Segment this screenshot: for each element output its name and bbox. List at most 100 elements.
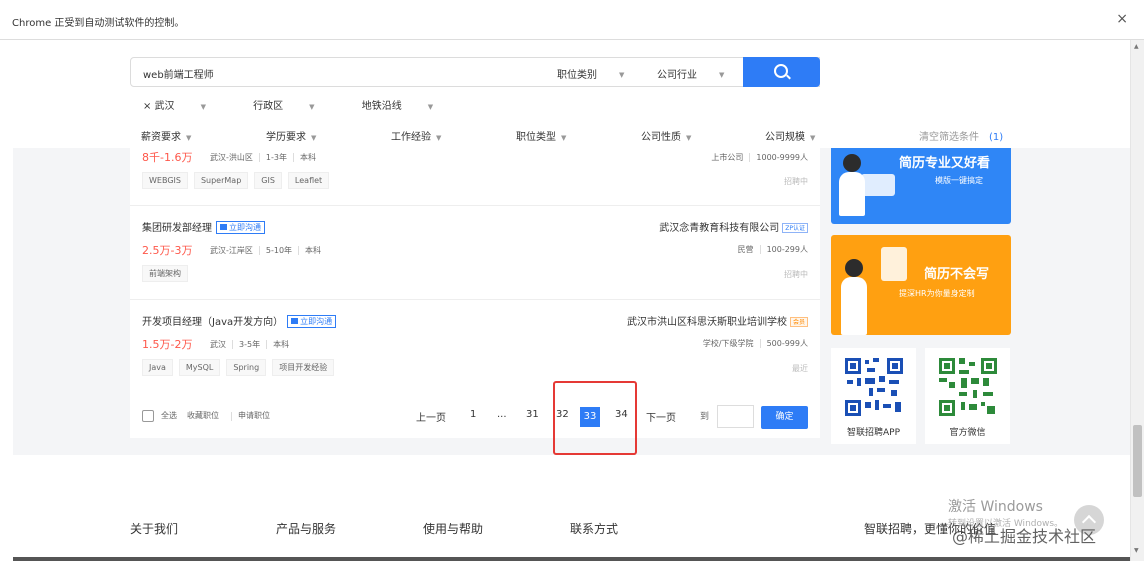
company-type: 学校/下级学院 (702, 339, 754, 348)
chevron-down-icon: ▼ (719, 71, 725, 79)
job-salary: 2.5万-3万 (142, 244, 193, 257)
verified-badge: ZP认证 (782, 223, 808, 233)
juejin-watermark: @稀土掘金技术社区 (952, 527, 1097, 546)
industry-dropdown[interactable]: 公司行业 ▼ (657, 66, 724, 81)
chevron-down-icon: ▼ (427, 103, 434, 111)
favorite-jobs-button[interactable]: 收藏职位 (187, 410, 219, 421)
select-all-label[interactable]: 全选 (161, 410, 177, 421)
job-salary: 8千-1.6万 (142, 151, 193, 164)
page-content: web前端工程师 职位类别 ▼ 公司行业 ▼ × 武汉 ▼ 行政区 ▼ 地铁沿线 ▼ 薪资… (13, 40, 1139, 560)
company-type: 上市公司 (711, 153, 744, 162)
company-meta: 上市公司 1000-9999人 (705, 152, 808, 163)
person-illustration (845, 259, 863, 277)
job-title: 开发项目经理（Java开发方向） (142, 317, 284, 328)
document-graphic (881, 247, 907, 281)
city-filter[interactable]: × 武汉 ▼ (143, 101, 228, 112)
chevron-down-icon: ▼ (309, 103, 315, 111)
job-location: 武汉 (210, 340, 226, 349)
job-category-dropdown[interactable]: 职位类别 ▼ (557, 66, 624, 81)
company-name-link[interactable]: 武汉市洪山区科思沃斯职业培训学校 会员 (627, 313, 808, 328)
job-salary: 1.5万-2万 (142, 338, 193, 351)
company-name-link[interactable]: 武汉念青教育科技有限公司 ZP认证 (659, 219, 808, 234)
resume-writing-ad-banner[interactable]: 简历不会写 提深HR为你量身定制 (831, 235, 1011, 335)
company-size: 1000-9999人 (749, 153, 808, 162)
activate-windows-text: 激活 Windows (948, 499, 1043, 515)
scroll-down-icon[interactable]: ▼ (1134, 547, 1139, 554)
job-tags: 前端架构 (142, 265, 194, 282)
job-tag: 项目开发经验 (272, 359, 335, 376)
metro-filter[interactable]: 地铁沿线 ▼ (362, 101, 455, 112)
job-list: 8千-1.6万 武汉-洪山区 1-3年 本科 WEBGIS SuperMap GIS Le… (130, 148, 820, 438)
job-card[interactable]: 开发项目经理（Java开发方向） 立即沟通 1.5万-2万 武汉 3-5年 本科 Ja… (130, 300, 820, 394)
chat-button[interactable]: 立即沟通 (287, 315, 337, 328)
footer-contact-link[interactable]: 联系方式 (570, 520, 618, 537)
job-status: 招聘中 (784, 177, 808, 186)
company-type: 民营 (737, 245, 754, 254)
footer-help-link[interactable]: 使用与帮助 (423, 520, 483, 537)
qr-code-icon (843, 356, 905, 418)
job-tag: MySQL (178, 359, 221, 376)
search-input[interactable]: web前端工程师 (143, 66, 214, 81)
company-size: 500-999人 (759, 339, 808, 348)
page-link[interactable]: 1 (470, 409, 476, 420)
job-card[interactable]: 8千-1.6万 武汉-洪山区 1-3年 本科 WEBGIS SuperMap GIS Le… (130, 112, 820, 206)
job-tags: Java MySQL Spring 项目开发经验 (142, 359, 340, 376)
chevron-down-icon: ▼ (619, 71, 625, 79)
clear-filters-link[interactable]: 清空筛选条件 (1) (919, 128, 1003, 143)
industry-label: 公司行业 (657, 70, 697, 81)
chat-label: 立即沟通 (229, 223, 261, 232)
search-box[interactable]: web前端工程师 职位类别 ▼ 公司行业 ▼ (130, 57, 820, 87)
footer-about-link[interactable]: 关于我们 (130, 520, 178, 537)
window-bottom-edge (13, 557, 1130, 561)
company-meta: 民营 100-299人 (732, 244, 808, 255)
clear-filters-count: (1) (989, 132, 1004, 143)
job-tag: Spring (226, 359, 267, 376)
city-label: × 武汉 (143, 101, 175, 112)
district-filter[interactable]: 行政区 ▼ (253, 101, 336, 112)
laptop-graphic (861, 174, 895, 196)
select-all-checkbox[interactable] (142, 410, 154, 422)
page-link[interactable]: 31 (526, 409, 539, 420)
page-jump-input[interactable] (717, 405, 754, 428)
wechat-qr-label: 官方微信 (949, 428, 986, 438)
confirm-button[interactable]: 确定 (761, 406, 808, 429)
district-label: 行政区 (253, 101, 284, 112)
resume-ad-banner[interactable]: 简历专业又好看 模版一键搞定 (831, 148, 1011, 224)
search-button[interactable] (743, 57, 820, 87)
job-education: 本科 (298, 246, 328, 255)
job-tag: WEBGIS (142, 172, 188, 189)
footer-products-link[interactable]: 产品与服务 (276, 520, 336, 537)
resume-writing-ad-title: 简历不会写 (924, 267, 990, 282)
company-meta: 学校/下级学院 500-999人 (697, 338, 808, 349)
scroll-thumb[interactable] (1133, 425, 1142, 497)
chat-icon (220, 224, 227, 230)
job-tag: Leaflet (287, 172, 330, 189)
automation-infobar: Chrome 正受到自动测试软件的控制。 × (0, 0, 1144, 40)
job-status: 最近 (792, 364, 808, 373)
job-experience: 3-5年 (232, 340, 267, 349)
chat-icon (291, 318, 299, 324)
prev-page-button[interactable]: 上一页 (416, 409, 446, 424)
chat-button[interactable]: 立即沟通 (216, 221, 265, 234)
app-qr-card: 智联招聘APP (831, 348, 916, 444)
location-row: × 武汉 ▼ 行政区 ▼ 地铁沿线 ▼ (143, 97, 477, 112)
scroll-up-icon[interactable]: ▲ (1134, 43, 1139, 50)
job-title-link[interactable]: 集团研发部经理 立即沟通 (142, 219, 265, 234)
close-icon[interactable]: × (1116, 11, 1128, 27)
job-category-label: 职位类别 (557, 70, 597, 81)
person-illustration (841, 277, 867, 335)
next-page-button[interactable]: 下一页 (646, 409, 676, 424)
job-card[interactable]: 集团研发部经理 立即沟通 2.5万-3万 武汉-江岸区 5-10年 本科 前端架构 武… (130, 206, 820, 300)
job-title-link[interactable]: 开发项目经理（Java开发方向） 立即沟通 (142, 313, 337, 328)
person-illustration (843, 154, 861, 172)
person-illustration (839, 172, 865, 216)
apply-jobs-button[interactable]: 申请职位 (238, 410, 270, 421)
job-title: 集团研发部经理 (142, 223, 212, 234)
goto-label: 到 (700, 412, 710, 422)
scrollbar[interactable]: ▲ ▼ (1130, 40, 1144, 561)
member-badge: 会员 (789, 317, 808, 327)
chevron-down-icon: ▼ (200, 103, 206, 111)
job-tag: GIS (254, 172, 282, 189)
infobar-text: Chrome 正受到自动测试软件的控制。 (12, 18, 185, 29)
job-tag: 前端架构 (142, 265, 188, 282)
